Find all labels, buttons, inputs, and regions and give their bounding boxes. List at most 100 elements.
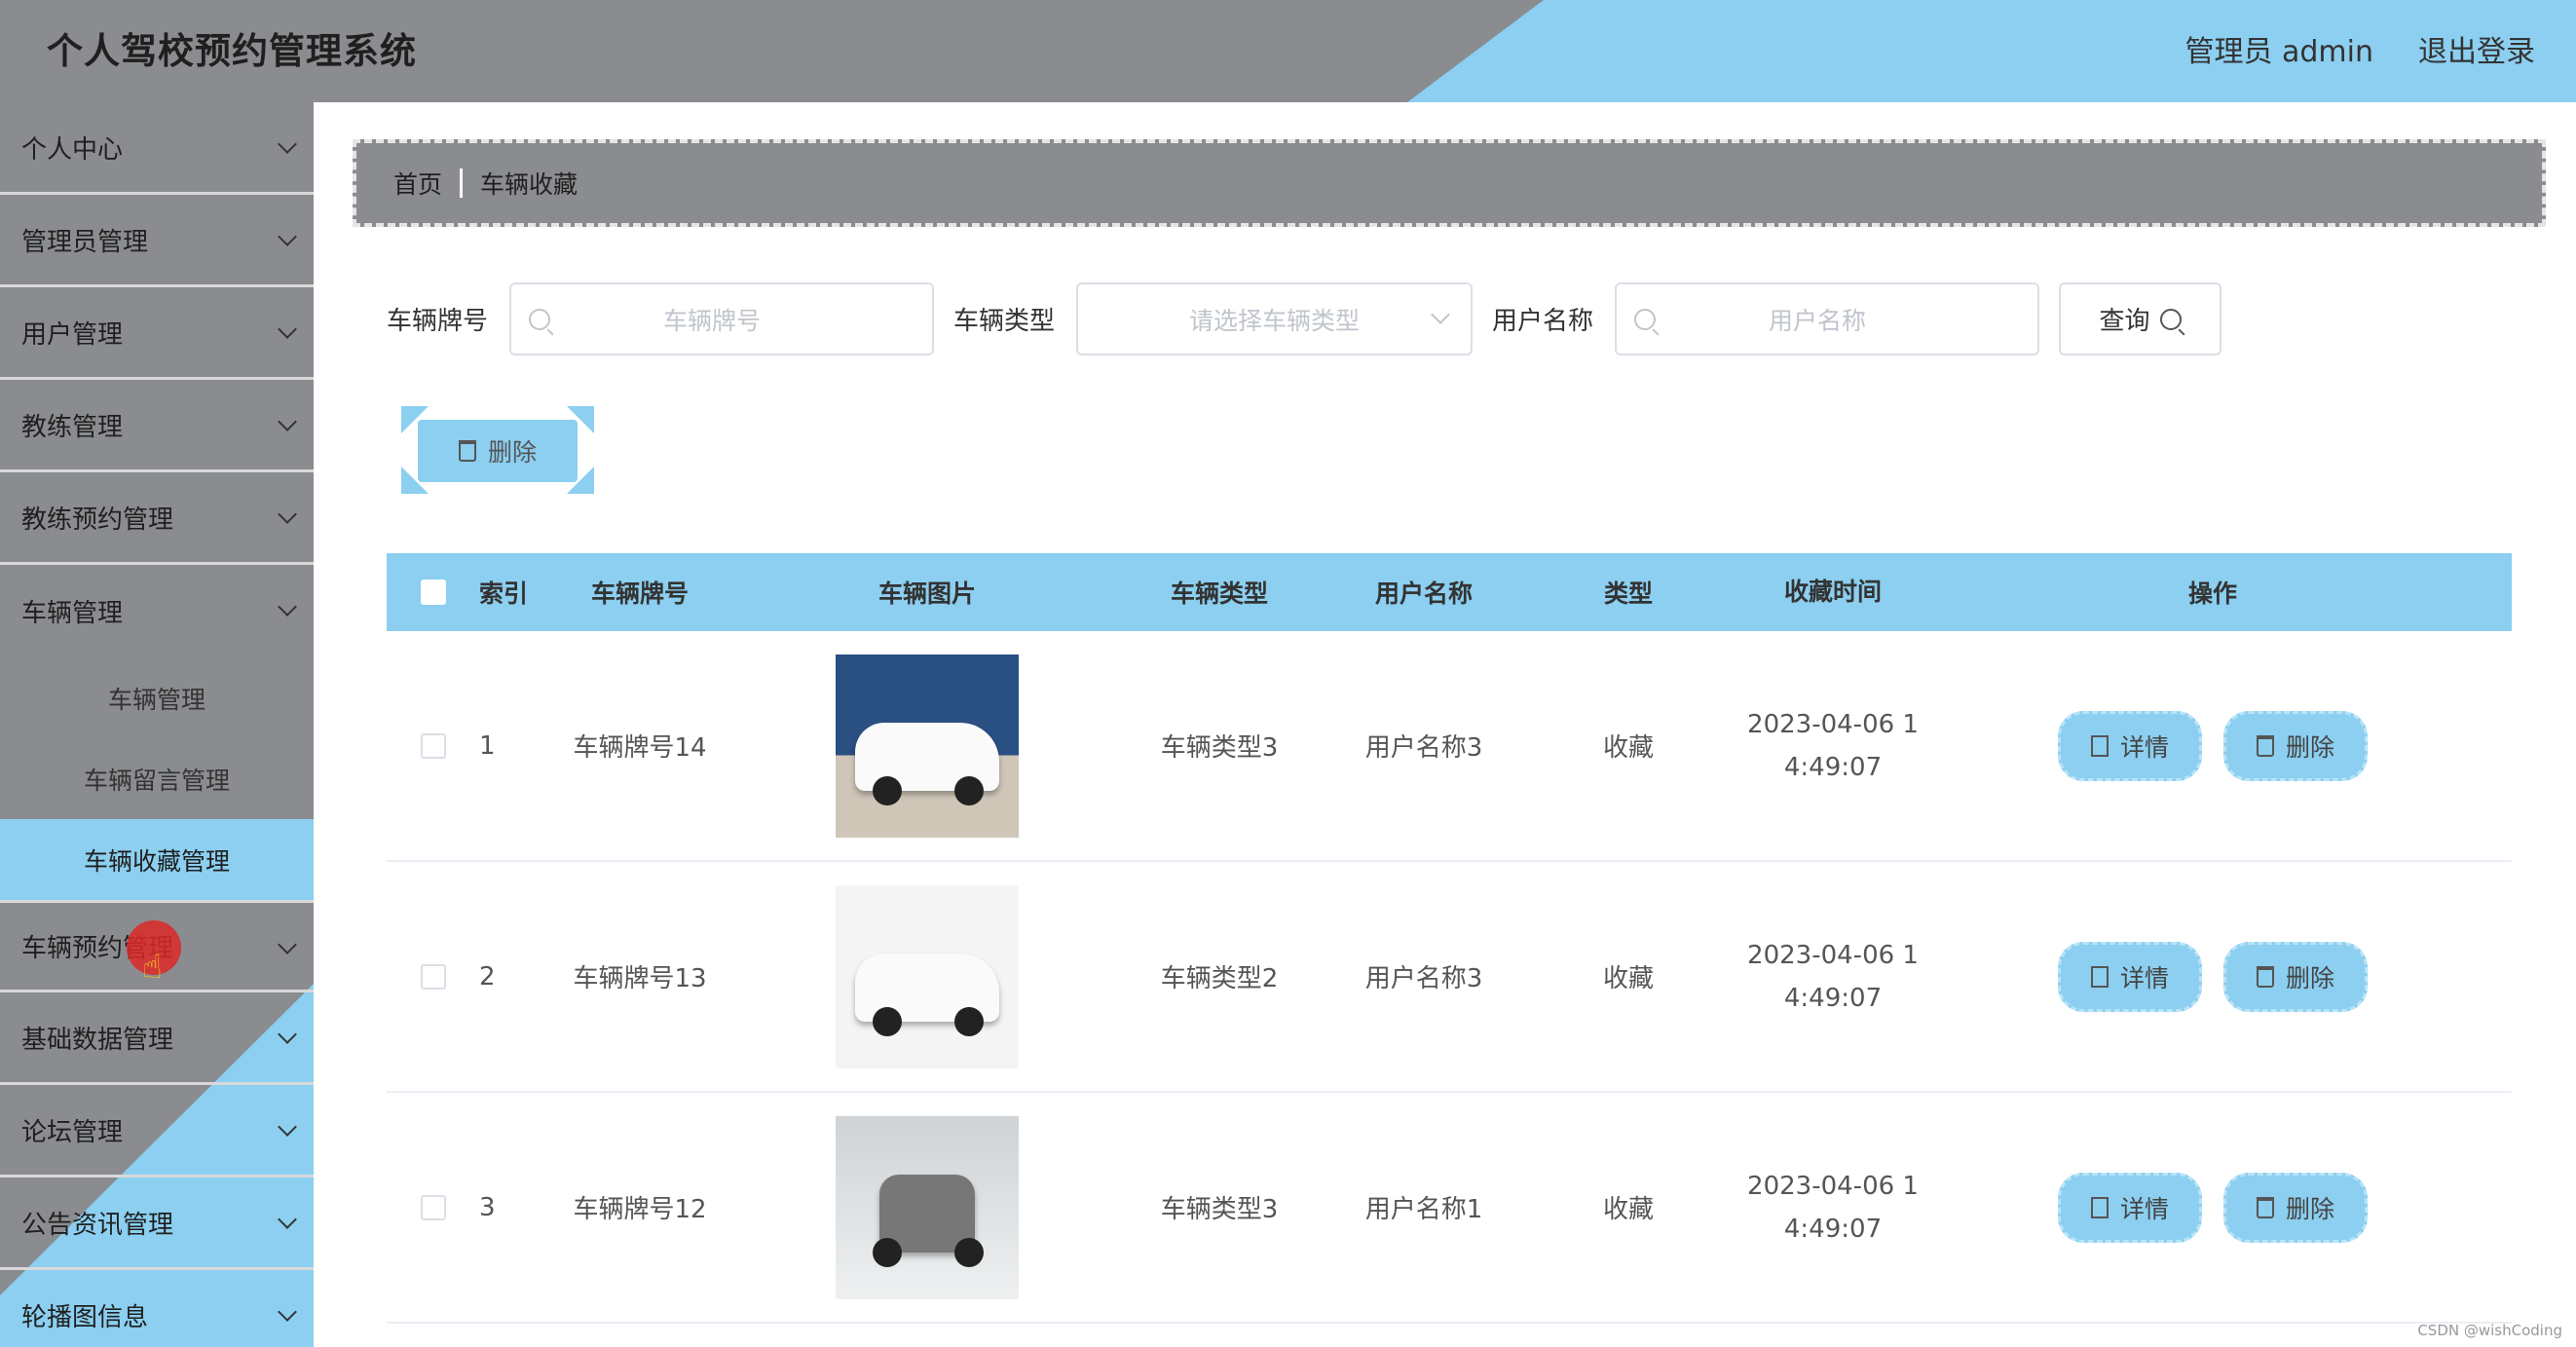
trash-icon [2256, 1196, 2274, 1218]
chevron-down-icon [278, 1025, 297, 1044]
delete-button[interactable]: 删除 [2223, 1172, 2368, 1243]
search-icon [1634, 308, 1657, 330]
time-line-1: 2023-04-06 1 [1747, 1171, 1919, 1201]
plate-search-input[interactable]: 车辆牌号 [509, 282, 935, 355]
select-all-checkbox[interactable] [420, 580, 446, 605]
sidebar-item-label: 用户管理 [21, 319, 124, 350]
cell-plate: 车辆牌号12 [573, 1195, 707, 1224]
cell-index: 2 [479, 961, 496, 992]
sidebar-item-label: 教练管理 [21, 412, 124, 442]
query-button[interactable]: 查询 [2059, 282, 2222, 355]
batch-delete-label: 删除 [487, 438, 537, 467]
cell-type: 车辆类型3 [1160, 1195, 1279, 1224]
vehicle-wheel [954, 775, 984, 805]
header-index: 索引 [479, 580, 529, 608]
sidebar-item-label: 教练预约管理 [21, 505, 174, 535]
detail-button[interactable]: 详情 [2058, 1172, 2202, 1243]
logout-link[interactable]: 退出登录 [2418, 27, 2535, 70]
vehicle-image[interactable] [836, 884, 1019, 1068]
plate-label: 车辆牌号 [387, 307, 489, 336]
type-placeholder: 请选择车辆类型 [1189, 306, 1361, 335]
chevron-down-icon [278, 935, 297, 954]
cell-kind: 收藏 [1602, 964, 1654, 993]
row-checkbox[interactable] [420, 963, 446, 990]
cell-index: 3 [479, 1192, 496, 1222]
delete-label: 删除 [2285, 732, 2334, 762]
row-checkbox[interactable] [420, 732, 446, 759]
batch-delete-button[interactable]: 删除 [418, 420, 578, 482]
sidebar-item-base-data[interactable]: 基础数据管理 [0, 992, 314, 1085]
breadcrumb-current: 车辆收藏 [480, 170, 579, 199]
main-content: 首页 车辆收藏 车辆牌号 车辆牌号 车辆类型 请选择车辆类型 用户名称 用户名称… [314, 102, 2576, 1347]
vehicle-wheel [954, 1006, 984, 1036]
detail-label: 详情 [2119, 1194, 2169, 1223]
sidebar-item-admin[interactable]: 管理员管理 [0, 195, 314, 287]
header-kind: 类型 [1603, 580, 1653, 608]
user-label: 用户名称 [1492, 307, 1594, 336]
vehicle-image[interactable] [836, 1115, 1019, 1299]
header-type: 车辆类型 [1170, 580, 1268, 608]
top-header: 个人驾校预约管理系统 管理员 admin 退出登录 [0, 0, 2576, 102]
chevron-down-icon [278, 319, 297, 339]
sidebar: 个人中心 管理员管理 用户管理 教练管理 教练预约管理 车辆管理 车辆管理 车辆… [0, 102, 314, 1347]
detail-button[interactable]: 详情 [2058, 710, 2202, 781]
delete-button[interactable]: 删除 [2223, 710, 2368, 781]
trash-icon [458, 440, 476, 462]
batch-delete-wrapper: 删除 [401, 406, 594, 494]
user-search-input[interactable]: 用户名称 [1615, 282, 2040, 355]
sidebar-item-label: 车辆管理 [21, 599, 124, 628]
sidebar-item-carousel[interactable]: 轮播图信息 [0, 1270, 314, 1347]
row-select-cell [387, 963, 479, 990]
cell-actions: 详情 删除 [1921, 710, 2505, 781]
chevron-down-icon [278, 227, 297, 246]
table-row: 2 车辆牌号13 车辆类型2 用户名称3 收藏 2023-04-06 1 4:49… [387, 862, 2512, 1093]
sidebar-item-news[interactable]: 公告资讯管理 [0, 1178, 314, 1270]
type-label: 车辆类型 [953, 307, 1056, 336]
trash-icon [2256, 734, 2274, 757]
search-bar: 车辆牌号 车辆牌号 车辆类型 请选择车辆类型 用户名称 用户名称 查询 [387, 282, 2222, 355]
cell-user: 用户名称1 [1364, 1195, 1483, 1224]
time-line-2: 4:49:07 [1783, 752, 1883, 782]
sidebar-item-label: 管理员管理 [21, 227, 149, 257]
breadcrumb: 首页 车辆收藏 [353, 139, 2546, 227]
table-header: 索引 车辆牌号 车辆图片 车辆类型 用户名称 类型 收藏时间 操作 [387, 553, 2512, 631]
watermark: CSDN @wishCoding [2417, 1322, 2562, 1339]
submenu-vehicle-comments[interactable]: 车辆留言管理 [0, 738, 314, 819]
cell-plate: 车辆牌号14 [573, 733, 707, 763]
cell-image [752, 1115, 1102, 1299]
chevron-down-icon [278, 412, 297, 431]
query-label: 查询 [2099, 307, 2150, 336]
vehicle-wheel [873, 1237, 902, 1267]
submenu-vehicle-favorites[interactable]: 车辆收藏管理 [0, 819, 314, 900]
header-user: 用户名称 [1374, 580, 1473, 608]
vehicle-wheel [954, 1237, 984, 1267]
cell-time: 2023-04-06 1 4:49:07 [1745, 703, 1921, 789]
cell-kind: 收藏 [1602, 733, 1654, 763]
cell-user: 用户名称3 [1364, 733, 1483, 763]
cell-image [752, 654, 1102, 838]
breadcrumb-home[interactable]: 首页 [393, 166, 442, 201]
submenu-vehicle-manage[interactable]: 车辆管理 [0, 657, 314, 738]
chevron-down-icon [278, 505, 297, 524]
sidebar-item-users[interactable]: 用户管理 [0, 287, 314, 380]
header-image: 车辆图片 [877, 580, 976, 608]
delete-button[interactable]: 删除 [2223, 941, 2368, 1012]
sidebar-item-forum[interactable]: 论坛管理 [0, 1085, 314, 1178]
hand-cursor-icon: ☝ [142, 948, 163, 987]
vehicle-type-select[interactable]: 请选择车辆类型 [1076, 282, 1474, 355]
table-row: 3 车辆牌号12 车辆类型3 用户名称1 收藏 2023-04-06 1 4:49… [387, 1093, 2512, 1324]
breadcrumb-separator [460, 168, 464, 198]
row-checkbox[interactable] [420, 1194, 446, 1220]
vehicle-image[interactable] [836, 654, 1019, 838]
document-icon [2090, 1196, 2109, 1218]
chevron-down-icon [278, 134, 297, 154]
sidebar-item-coach-booking[interactable]: 教练预约管理 [0, 472, 314, 565]
sidebar-item-personal-center[interactable]: 个人中心 [0, 102, 314, 195]
document-icon [2090, 734, 2109, 757]
table-row: 1 车辆牌号14 车辆类型3 用户名称3 收藏 2023-04-06 1 4:49… [387, 631, 2512, 862]
sidebar-item-coaches[interactable]: 教练管理 [0, 380, 314, 472]
sidebar-item-vehicles[interactable]: 车辆管理 [0, 565, 314, 657]
chevron-down-icon [278, 1210, 297, 1229]
detail-button[interactable]: 详情 [2058, 941, 2202, 1012]
header-plate: 车辆牌号 [590, 580, 689, 608]
